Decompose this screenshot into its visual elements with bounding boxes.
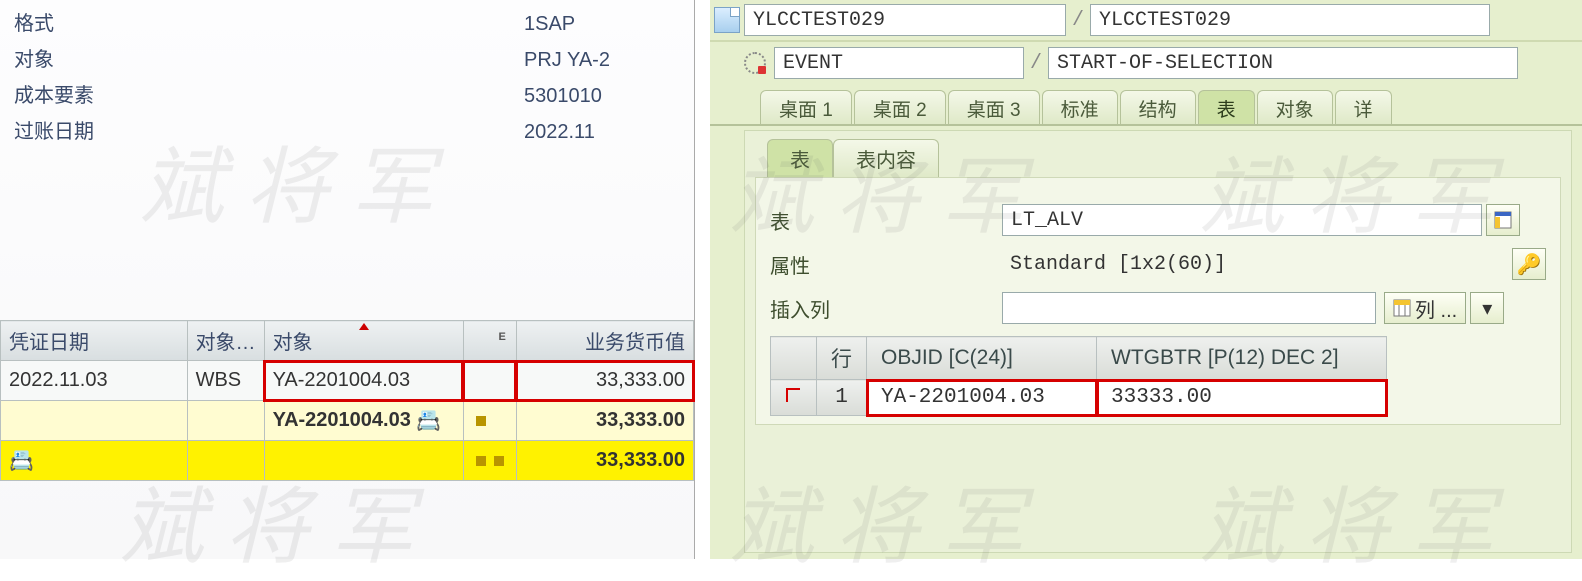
table-columns-icon[interactable] bbox=[1486, 204, 1520, 236]
col-doc-date[interactable]: 凭证日期 bbox=[1, 321, 188, 361]
debugger-title-row: YLCCTEST029 / YLCCTEST029 bbox=[710, 0, 1582, 42]
hdr-label: 格式 bbox=[14, 6, 184, 42]
hdr-label: 过账日期 bbox=[14, 114, 184, 150]
tab-desktop2[interactable]: 桌面 2 bbox=[854, 90, 946, 124]
table-fields-panel: 表 LT_ALV 属性 Standard [1x2(60)] 🔑 插入列 列 .… bbox=[755, 177, 1561, 425]
cell-amount: 33,333.00 bbox=[516, 441, 693, 481]
table-data-grid[interactable]: 行 OBJID [C(24)] WTGBTR [P(12) DEC 2] 1 Y… bbox=[770, 336, 1387, 416]
lbl-attributes: 属性 bbox=[770, 250, 1002, 279]
col-amount[interactable]: 业务货币值 bbox=[516, 321, 693, 361]
event-row: EVENT / START-OF-SELECTION bbox=[710, 42, 1582, 84]
cell-obj-type: WBS bbox=[187, 361, 264, 401]
alv-table[interactable]: 凭证日期 对象… 对象 E 业务货币值 2022.11.03 WBS YA-22… bbox=[0, 320, 694, 481]
cell-amount: 33,333.00 bbox=[516, 361, 693, 401]
cell-wtgbtr[interactable]: 33333.00 bbox=[1097, 380, 1387, 416]
columns-button[interactable]: 列 ... bbox=[1384, 292, 1466, 324]
lbl-insert-col: 插入列 bbox=[770, 294, 1002, 323]
col-flag[interactable]: E bbox=[463, 321, 516, 361]
row-marker[interactable] bbox=[771, 380, 817, 416]
slash: / bbox=[1030, 52, 1042, 75]
dropdown-icon[interactable]: ▾ bbox=[1470, 292, 1504, 324]
col-objid[interactable]: OBJID [C(24)] bbox=[867, 337, 1097, 380]
cell-flag bbox=[463, 361, 516, 401]
square-icon bbox=[476, 456, 486, 466]
cell-object: YA-2201004.03 📇 bbox=[264, 401, 463, 441]
cell-amount: 33,333.00 bbox=[516, 401, 693, 441]
col-obj-type[interactable]: 对象… bbox=[187, 321, 264, 361]
input-table-name[interactable]: LT_ALV bbox=[1002, 204, 1482, 236]
grid-corner bbox=[771, 337, 817, 380]
program-name-left[interactable]: YLCCTEST029 bbox=[744, 4, 1066, 36]
tab-table[interactable]: 表 bbox=[1198, 90, 1255, 124]
table-inspector: 表 表内容 表 LT_ALV 属性 Standard [1x2(60)] 🔑 插… bbox=[744, 130, 1572, 553]
cell-flag bbox=[463, 441, 516, 481]
cell-rownum: 1 bbox=[817, 380, 867, 416]
subtotal-icon: 📇 bbox=[416, 408, 441, 433]
grid-header-row: 行 OBJID [C(24)] WTGBTR [P(12) DEC 2] bbox=[771, 337, 1387, 380]
cell-flag bbox=[463, 401, 516, 441]
debugger-pane: YLCCTEST029 / YLCCTEST029 EVENT / START-… bbox=[710, 0, 1582, 559]
slash: / bbox=[1072, 9, 1084, 32]
lbl-table: 表 bbox=[770, 206, 1002, 235]
sort-e-icon: E bbox=[499, 331, 506, 343]
hdr-label: 对象 bbox=[14, 42, 184, 78]
key-icon[interactable]: 🔑 bbox=[1512, 248, 1546, 280]
tab-desktop1[interactable]: 桌面 1 bbox=[760, 90, 852, 124]
hdr-value: 5301010 bbox=[184, 78, 680, 114]
gear-icon[interactable] bbox=[744, 52, 766, 74]
sort-asc-icon bbox=[359, 323, 369, 330]
corner-mark-icon bbox=[786, 388, 800, 402]
hdr-value: 2022.11 bbox=[184, 114, 680, 150]
subtab-table-content[interactable]: 表内容 bbox=[833, 139, 939, 177]
total-icon: 📇 bbox=[9, 448, 34, 473]
square-icon bbox=[476, 416, 486, 426]
cell-total-icon: 📇 bbox=[1, 441, 188, 481]
alv-header-row: 凭证日期 对象… 对象 E 业务货币值 bbox=[1, 321, 694, 361]
subtab-table[interactable]: 表 bbox=[767, 139, 833, 177]
tab-detail[interactable]: 详 bbox=[1335, 90, 1392, 124]
col-object[interactable]: 对象 bbox=[264, 321, 463, 361]
cell-objid[interactable]: YA-2201004.03 bbox=[867, 380, 1097, 416]
subtotal-row[interactable]: YA-2201004.03 📇 33,333.00 bbox=[1, 401, 694, 441]
cell-doc-date: 2022.11.03 bbox=[1, 361, 188, 401]
block-field[interactable]: START-OF-SELECTION bbox=[1048, 47, 1518, 79]
program-icon bbox=[714, 7, 740, 33]
tab-structure[interactable]: 结构 bbox=[1120, 90, 1196, 124]
header-fields: 格式1SAP 对象PRJ YA-2 成本要素5301010 过账日期2022.1… bbox=[0, 0, 694, 150]
hdr-label: 成本要素 bbox=[14, 78, 184, 114]
grid-row[interactable]: 1 YA-2201004.03 33333.00 bbox=[771, 380, 1387, 416]
sub-tabstrip: 表 表内容 bbox=[745, 131, 1571, 177]
square-icon bbox=[494, 456, 504, 466]
cell-object: YA-2201004.03 bbox=[264, 361, 463, 401]
program-name-right[interactable]: YLCCTEST029 bbox=[1090, 4, 1490, 36]
tab-desktop3[interactable]: 桌面 3 bbox=[948, 90, 1040, 124]
tab-object[interactable]: 对象 bbox=[1257, 90, 1333, 124]
col-wtgbtr[interactable]: WTGBTR [P(12) DEC 2] bbox=[1097, 337, 1387, 380]
report-pane: 格式1SAP 对象PRJ YA-2 成本要素5301010 过账日期2022.1… bbox=[0, 0, 695, 559]
main-tabstrip: 桌面 1 桌面 2 桌面 3 标准 结构 表 对象 详 bbox=[710, 88, 1582, 126]
total-row[interactable]: 📇 33,333.00 bbox=[1, 441, 694, 481]
hdr-value: PRJ YA-2 bbox=[184, 42, 680, 78]
table-row[interactable]: 2022.11.03 WBS YA-2201004.03 33,333.00 bbox=[1, 361, 694, 401]
hdr-value: 1SAP bbox=[184, 6, 680, 42]
tab-standard[interactable]: 标准 bbox=[1042, 90, 1118, 124]
col-row[interactable]: 行 bbox=[817, 337, 867, 380]
val-attributes: Standard [1x2(60)] bbox=[1002, 248, 1482, 280]
event-field[interactable]: EVENT bbox=[774, 47, 1024, 79]
input-insert-col[interactable] bbox=[1002, 292, 1376, 324]
